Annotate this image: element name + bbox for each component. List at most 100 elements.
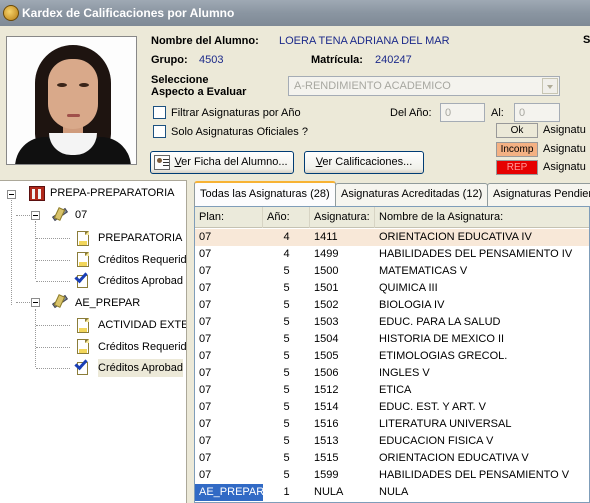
tab-pending-subjects[interactable]: Asignaturas Pendien — [487, 183, 590, 206]
tree-item-creditos-aprobados[interactable]: Créditos Aprobad — [98, 272, 183, 290]
view-grades-button[interactable]: Ver Calificaciones... — [304, 151, 424, 174]
table-row[interactable]: 07 5 1503 EDUC. PARA LA SALUD — [195, 314, 589, 331]
table-row[interactable]: 07 5 1504 HISTORIA DE MEXICO II — [195, 331, 589, 348]
collapse-root-toggle[interactable] — [7, 190, 16, 199]
filter-by-year-checkbox[interactable] — [153, 106, 166, 119]
tree-node-07[interactable]: 07 — [75, 206, 87, 224]
cell-asignatura: 1599 — [314, 469, 339, 481]
cell-ano: 5 — [283, 333, 290, 345]
table-row[interactable]: 07 4 1499 HABILIDADES DEL PENSAMIENTO IV — [195, 246, 589, 263]
tools-icon — [50, 206, 70, 224]
cell-nombre: QUIMICA III — [379, 282, 438, 294]
cell-ano: 5 — [283, 299, 290, 311]
student-photo — [6, 36, 137, 165]
table-row[interactable]: 07 5 1506 INGLES V — [195, 365, 589, 382]
cell-plan: 07 — [199, 265, 212, 277]
plan-tree: PREPA-PREPARATORIA 07 PREPARATORIA Crédi… — [0, 180, 186, 503]
subjects-grid: Plan: Año: Asignatura: Nombre de la Asig… — [194, 206, 590, 503]
al-label: Al: — [491, 107, 504, 119]
cell-asignatura: 1516 — [314, 418, 339, 430]
cell-nombre: EDUC. EST. Y ART. V — [379, 401, 486, 413]
tree-item-creditos-requeridos-2[interactable]: Créditos Requerid — [98, 338, 186, 356]
tree-root[interactable]: PREPA-PREPARATORIA — [50, 184, 175, 202]
table-row[interactable]: 07 5 1514 EDUC. EST. Y ART. V — [195, 399, 589, 416]
del-ano-input[interactable]: 0 — [440, 103, 485, 122]
grid-header: Plan: Año: Asignatura: Nombre de la Asig… — [195, 207, 589, 228]
cell-ano: 5 — [283, 316, 290, 328]
tree-item-actividad-extra[interactable]: ACTIVIDAD EXTE — [98, 316, 186, 334]
tree-item-creditos-requeridos[interactable]: Créditos Requerid — [98, 251, 186, 269]
table-row[interactable]: 07 5 1513 EDUCACION FISICA V — [195, 433, 589, 450]
cell-ano: 5 — [283, 401, 290, 413]
view-student-record-button[interactable]: Ver Ficha del Alumno... — [150, 151, 294, 174]
cell-plan: 07 — [199, 350, 212, 362]
tab-accredited-subjects[interactable]: Asignaturas Acreditadas (12) — [335, 183, 489, 206]
legend-rep-box: REP — [496, 160, 538, 175]
table-row[interactable]: 07 5 1516 LITERATURA UNIVERSAL — [195, 416, 589, 433]
legend-ok-box: Ok — [496, 123, 538, 138]
aspect-select[interactable]: A-RENDIMIENTO ACADEMICO — [288, 76, 560, 96]
cell-asignatura: 1502 — [314, 299, 339, 311]
collapse-ae-prepar-toggle[interactable] — [31, 298, 40, 307]
table-row[interactable]: 07 5 1502 BIOLOGIA IV — [195, 297, 589, 314]
app-icon — [3, 5, 19, 21]
cell-asignatura: NULA — [314, 486, 344, 498]
tree-item-preparatoria[interactable]: PREPARATORIA — [98, 229, 182, 247]
cell-asignatura: 1505 — [314, 350, 339, 362]
table-row[interactable]: 07 5 1515 ORIENTACION EDUCATIVA V — [195, 450, 589, 467]
cell-ano: 4 — [283, 248, 290, 260]
cell-nombre: EDUC. PARA LA SALUD — [379, 316, 501, 328]
al-value: 0 — [519, 107, 526, 119]
cell-asignatura: 1504 — [314, 333, 339, 345]
cell-plan: 07 — [199, 299, 212, 311]
official-only-checkbox[interactable] — [153, 125, 166, 138]
header-ano[interactable]: Año: — [263, 207, 310, 228]
cell-plan: 07 — [199, 452, 212, 464]
document-icon — [77, 252, 89, 267]
cell-plan: 07 — [199, 401, 212, 413]
cell-plan: 07 — [199, 469, 212, 481]
tree-item-creditos-aprobados-2[interactable]: Créditos Aprobad — [98, 359, 183, 377]
cell-plan: 07 — [199, 248, 212, 260]
cell-nombre: BIOLOGIA IV — [379, 299, 445, 311]
collapse-plan-07-toggle[interactable] — [31, 211, 40, 220]
cell-nombre: NULA — [379, 486, 409, 498]
cell-plan: 07 — [199, 231, 212, 243]
cell-asignatura: 1513 — [314, 435, 339, 447]
table-row[interactable]: 07 5 1599 HABILIDADES DEL PENSAMIENTO V — [195, 467, 589, 484]
tab-all-subjects[interactable]: Todas las Asignaturas (28) — [194, 181, 336, 206]
calif-button-label: er Calificaciones... — [322, 156, 413, 168]
chevron-down-icon[interactable] — [542, 78, 558, 94]
header-nombre[interactable]: Nombre de la Asignatura: — [375, 207, 589, 228]
document-icon — [77, 318, 89, 333]
official-only-label: Solo Asignaturas Oficiales ? — [171, 126, 308, 138]
cell-nombre: MATEMATICAS V — [379, 265, 468, 277]
matricula-label: Matrícula: — [311, 54, 363, 66]
table-row[interactable]: AE_PREPAR 1 NULA NULA — [195, 484, 589, 501]
table-row[interactable]: 07 5 1505 ETIMOLOGIAS GRECOL. — [195, 348, 589, 365]
table-row[interactable]: 07 5 1501 QUIMICA III — [195, 280, 589, 297]
cell-plan: 07 — [199, 384, 212, 396]
clipped-label: S — [583, 34, 590, 46]
cell-asignatura: 1411 — [314, 231, 338, 243]
cell-asignatura: 1512 — [314, 384, 339, 396]
cell-ano: 5 — [283, 452, 290, 464]
cell-ano: 5 — [283, 367, 290, 379]
table-row[interactable]: 07 5 1512 ETICA — [195, 382, 589, 399]
cell-asignatura: 1499 — [314, 248, 339, 260]
document-icon — [77, 231, 89, 246]
header-asignatura[interactable]: Asignatura: — [310, 207, 375, 228]
tree-node-ae-prepar[interactable]: AE_PREPAR — [75, 294, 140, 312]
splitter[interactable] — [186, 180, 194, 503]
table-row[interactable]: 07 5 1500 MATEMATICAS V — [195, 263, 589, 280]
legend-rep-text: Asignatu — [543, 161, 586, 173]
cell-ano: 5 — [283, 469, 290, 481]
title-bar: Kardex de Calificaciones por Alumno — [0, 0, 590, 26]
window-title: Kardex de Calificaciones por Alumno — [22, 6, 235, 20]
tab-strip: Todas las Asignaturas (28) Asignaturas A… — [190, 180, 590, 206]
header-plan[interactable]: Plan: — [195, 207, 263, 228]
table-row[interactable]: 07 4 1411 ORIENTACION EDUCATIVA IV — [195, 229, 589, 246]
cell-asignatura: 1501 — [314, 282, 339, 294]
cell-asignatura: 1515 — [314, 452, 339, 464]
al-input[interactable]: 0 — [514, 103, 560, 122]
